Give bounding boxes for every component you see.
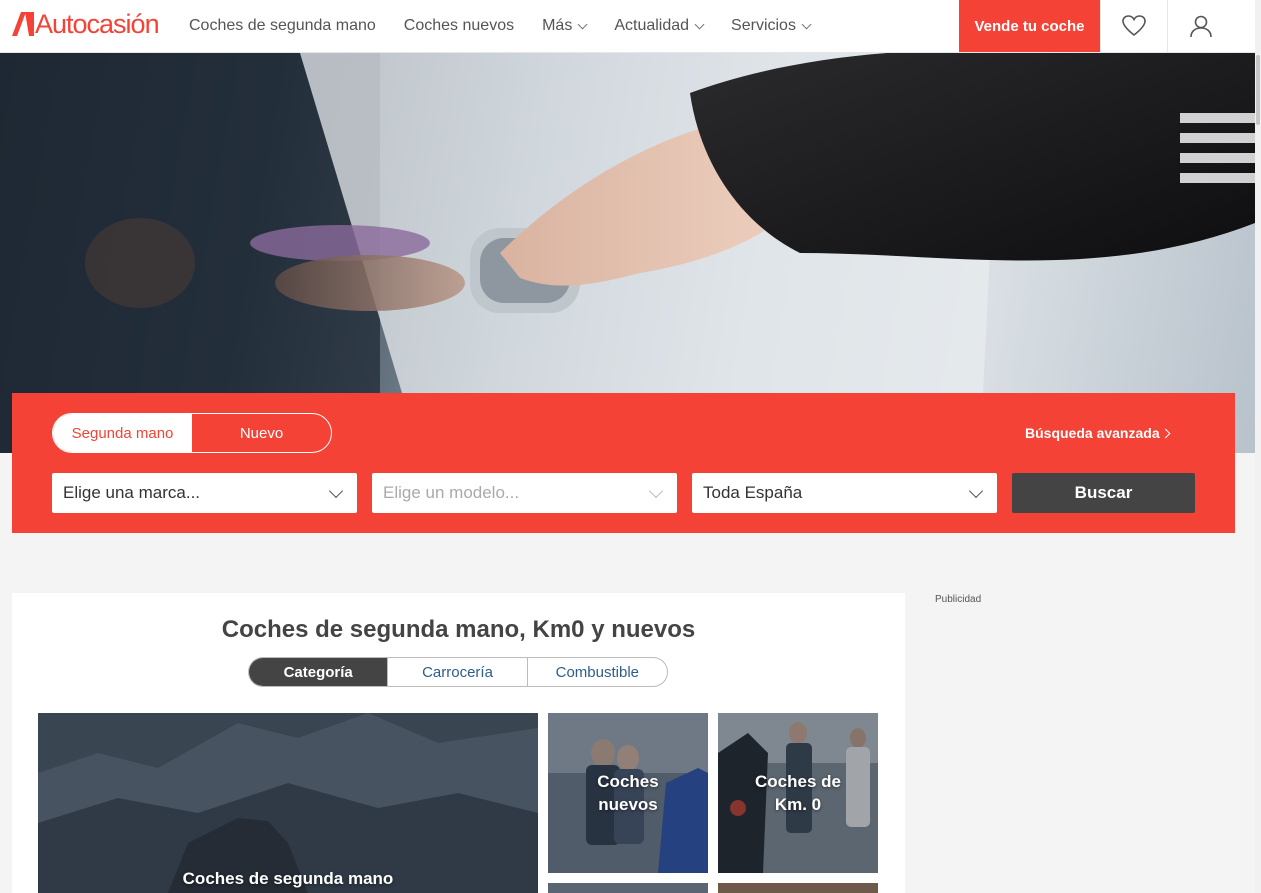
chevron-down-icon (328, 483, 344, 499)
tab-body-type[interactable]: Carrocería (388, 658, 528, 686)
sell-car-button[interactable]: Vende tu coche (959, 0, 1100, 52)
category-tabs: Categoría Carrocería Combustible (248, 657, 668, 687)
nav-used-cars[interactable]: Coches de segunda mano (189, 17, 376, 35)
nav-news[interactable]: Actualidad (614, 17, 705, 35)
tile-used-cars-label: Coches de segunda mano (182, 869, 394, 888)
chevron-down-icon (577, 19, 588, 29)
tile-partial[interactable] (718, 883, 878, 893)
favorites-button[interactable] (1100, 0, 1167, 52)
model-select[interactable]: Elige un modelo... (372, 473, 677, 513)
tile-km0-cars[interactable]: Coches de Km. 0 (718, 713, 878, 873)
model-select-value: Elige un modelo... (383, 483, 520, 502)
tab-fuel[interactable]: Combustible (528, 658, 667, 686)
nav-services[interactable]: Servicios (731, 17, 812, 35)
heart-icon (1122, 15, 1146, 37)
logo-mark-icon (12, 12, 34, 36)
autocasion-logo[interactable]: Autocasión (12, 8, 160, 39)
main-nav: Coches de segunda mano Coches nuevos Más… (189, 0, 838, 52)
nav-new-cars-label: Coches nuevos (403, 17, 515, 34)
user-icon (1190, 15, 1212, 38)
search-button[interactable]: Buscar (1012, 473, 1195, 513)
categories-section: Coches de segunda mano, Km0 y nuevos Cat… (12, 593, 905, 893)
brand-select-value: Elige una marca... (63, 483, 201, 502)
condition-toggle: Segunda mano Nuevo (52, 413, 332, 453)
advanced-search-link[interactable]: Búsqueda avanzada (1025, 425, 1171, 441)
nav-more[interactable]: Más (542, 17, 588, 35)
chevron-down-icon (801, 19, 812, 29)
toggle-used[interactable]: Segunda mano (53, 414, 192, 452)
site-header: Autocasión Coches de segunda mano Coches… (0, 0, 1255, 53)
chevron-down-icon (648, 483, 664, 499)
tile-new-cars[interactable]: Coches nuevos (548, 713, 708, 873)
tile-km0-cars-label: Coches de Km. 0 (755, 772, 841, 814)
tile-partial[interactable] (548, 883, 708, 893)
nav-more-label: Más (542, 17, 573, 34)
section-title: Coches de segunda mano, Km0 y nuevos (221, 616, 696, 643)
used-cars-photo (38, 713, 538, 893)
toggle-new[interactable]: Nuevo (192, 414, 331, 452)
tile-used-cars[interactable]: Coches de segunda mano (38, 713, 538, 893)
tile-new-cars-label: Coches nuevos (597, 772, 659, 814)
chevron-down-icon (694, 19, 705, 29)
search-panel: Segunda mano Nuevo Búsqueda avanzada Eli… (12, 393, 1235, 533)
ad-label: Publicidad (935, 594, 982, 605)
account-button[interactable] (1167, 0, 1234, 52)
advanced-search-label: Búsqueda avanzada (1025, 425, 1160, 441)
logo-text: Autocasión (35, 8, 160, 39)
brand-select[interactable]: Elige una marca... (52, 473, 357, 513)
chevron-down-icon (968, 483, 984, 499)
nav-news-label: Actualidad (614, 17, 690, 34)
chevron-right-icon (1160, 428, 1171, 438)
nav-used-cars-label: Coches de segunda mano (189, 17, 376, 34)
location-select[interactable]: Toda España (692, 473, 997, 513)
nav-services-label: Servicios (731, 17, 796, 34)
scrollbar-thumb[interactable] (1256, 55, 1260, 125)
page-scrollbar[interactable] (1255, 0, 1261, 893)
nav-new-cars[interactable]: Coches nuevos (404, 17, 514, 35)
location-select-value: Toda España (703, 483, 803, 502)
tab-category[interactable]: Categoría (249, 658, 389, 686)
